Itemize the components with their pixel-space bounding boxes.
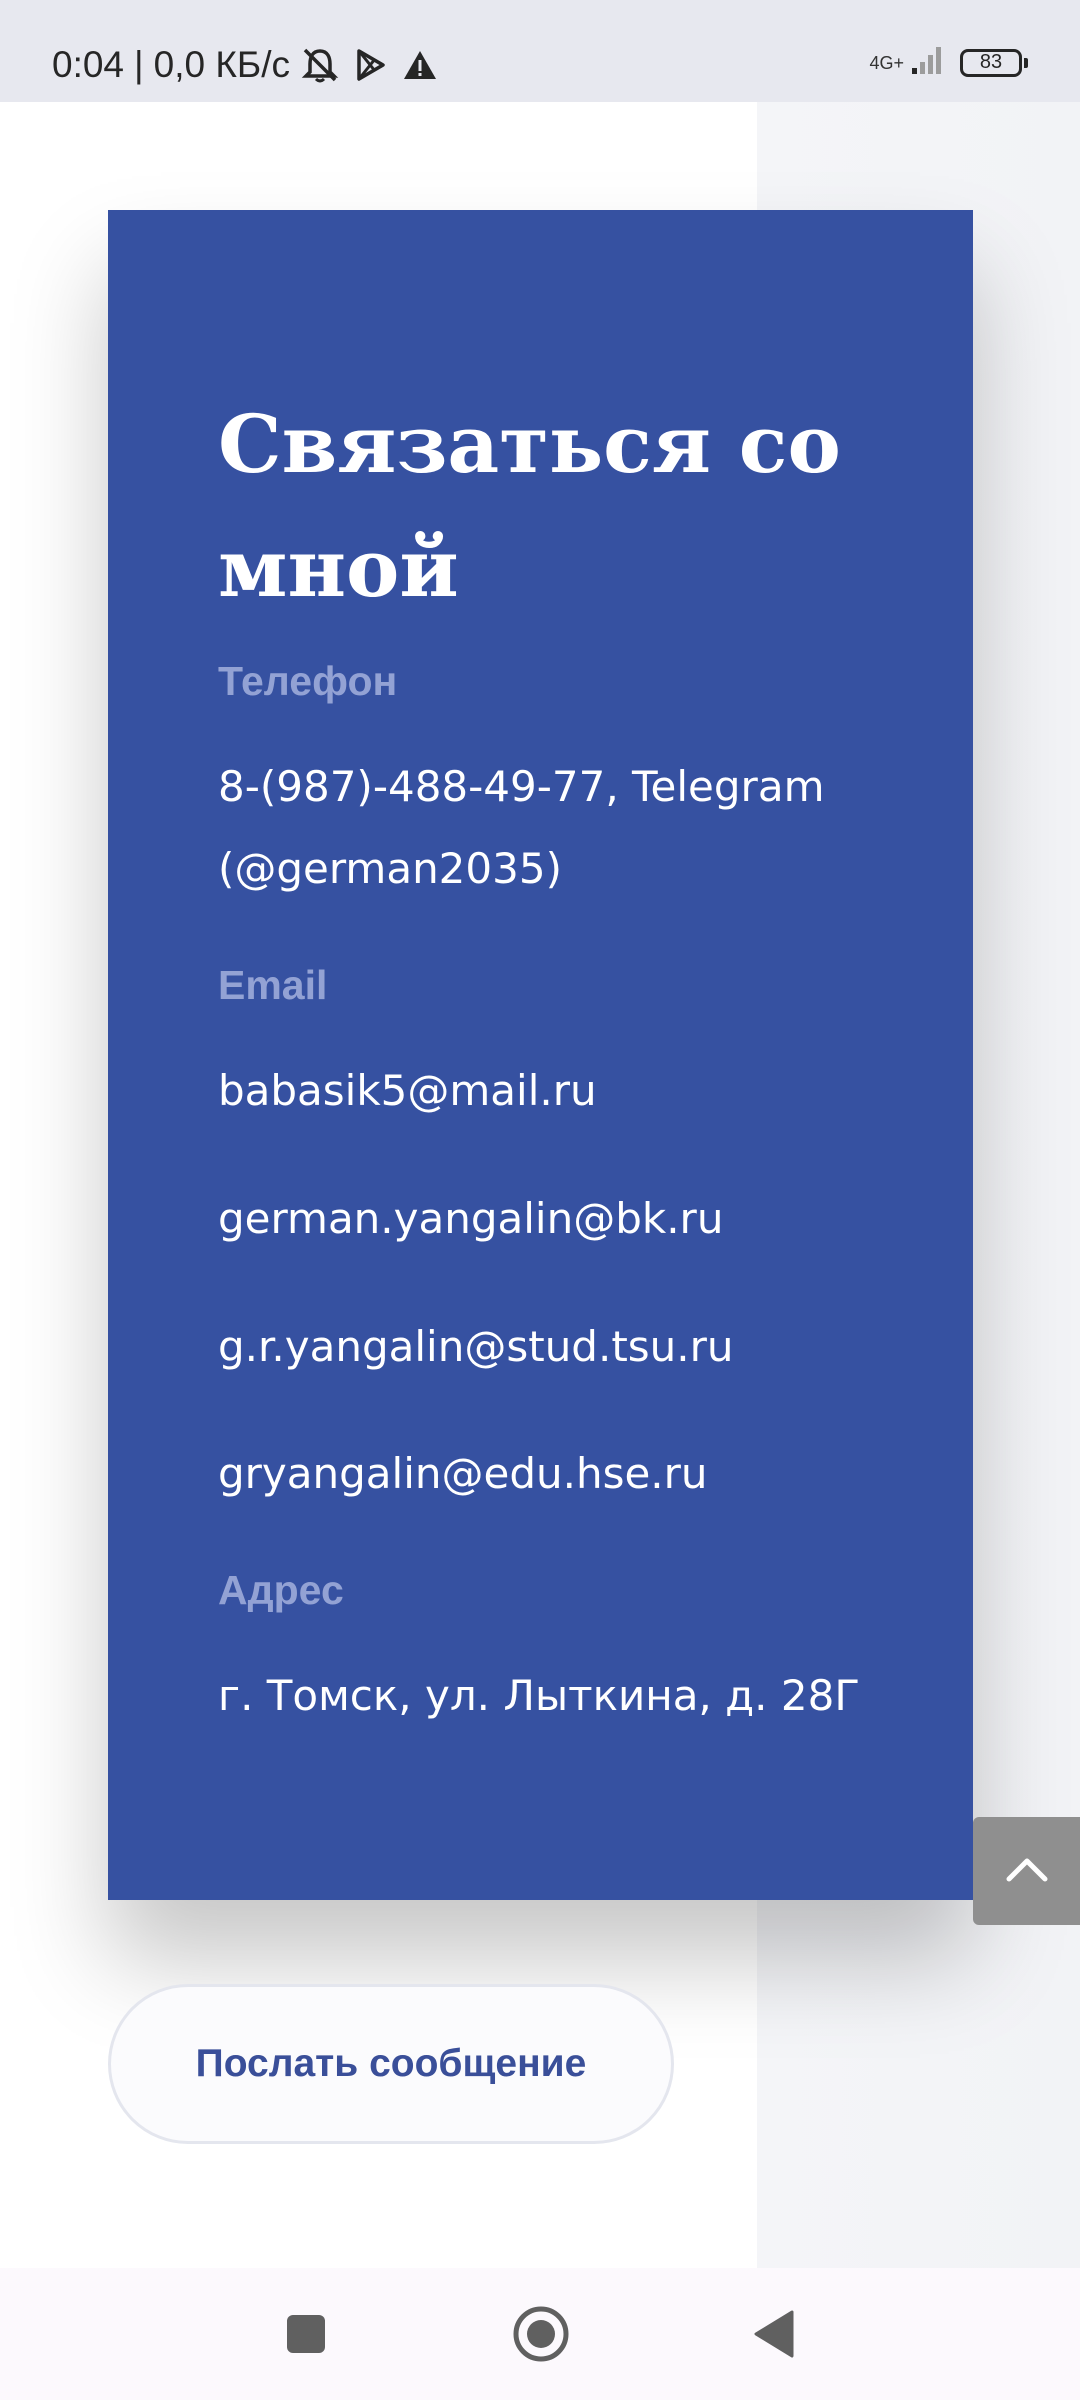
back-button[interactable] (744, 2306, 804, 2366)
status-left: 0:04 | 0,0 КБ/с (52, 44, 438, 86)
warning-icon (402, 49, 438, 81)
status-bar: 0:04 | 0,0 КБ/с 4G+ 83 (0, 0, 1080, 102)
status-right: 4G+ 83 (869, 44, 1028, 81)
play-store-icon (354, 47, 388, 83)
scroll-to-top-button[interactable] (973, 1817, 1080, 1925)
status-time: 0:04 (52, 44, 125, 85)
email-link-1[interactable]: babasik5@mail.ru (218, 1050, 918, 1132)
address-label: Адрес (218, 1567, 344, 1613)
email-link-2[interactable]: german.yangalin@bk.ru (218, 1178, 918, 1260)
email-link-4[interactable]: gryangalin@edu.hse.ru (218, 1433, 918, 1515)
status-separator: | (134, 44, 144, 85)
navigation-bar (0, 2268, 1080, 2400)
back-icon (752, 2310, 796, 2363)
phone-label: Телефон (218, 658, 398, 704)
recent-apps-icon (286, 2314, 326, 2359)
mute-notifications-icon (300, 46, 340, 84)
email-label: Email (218, 962, 328, 1008)
phone-value[interactable]: 8-(987)-488-49-77, Telegram (@german2035… (218, 746, 918, 910)
signal-icon (910, 44, 946, 81)
home-button[interactable] (509, 2304, 573, 2368)
network-type: 4G+ (869, 52, 904, 73)
home-icon (512, 2305, 570, 2368)
chevron-up-icon (1005, 1855, 1049, 1888)
send-message-button[interactable]: Послать сообщение (108, 1984, 674, 2144)
status-speed: 0,0 КБ/с (153, 44, 290, 85)
contact-card: Связаться со мной Телефон 8-(987)-488-49… (108, 210, 973, 1900)
battery-level: 83 (979, 51, 1003, 73)
address-value: г. Томск, ул. Лыткина, д. 28Г (218, 1671, 860, 1720)
email-link-3[interactable]: g.r.yangalin@stud.tsu.ru (218, 1306, 918, 1388)
contact-title: Связаться со мной (218, 397, 841, 615)
recent-apps-button[interactable] (276, 2306, 336, 2366)
battery-icon: 83 (960, 48, 1028, 77)
